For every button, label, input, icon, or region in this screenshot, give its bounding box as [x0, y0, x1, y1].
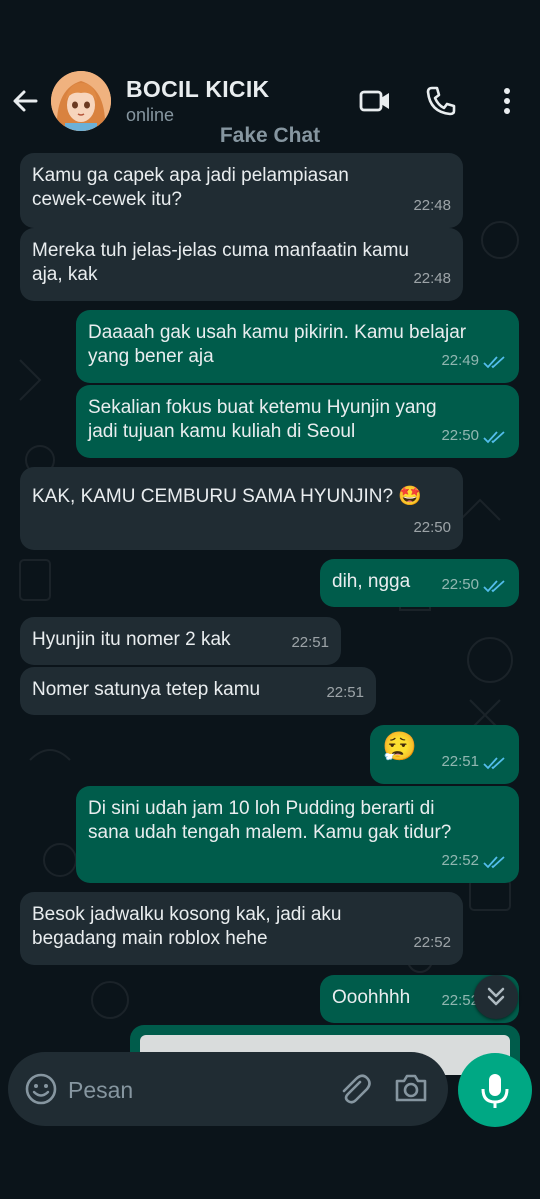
contact-name[interactable]: BOCIL KICIK	[126, 76, 269, 103]
message-text: Ooohhhh	[332, 987, 411, 1008]
message-time: 22:51	[326, 684, 364, 701]
message-time: 22:52	[413, 934, 451, 951]
menu-dots-icon[interactable]	[490, 84, 524, 118]
message-time: 22:51	[441, 753, 479, 770]
message-time: 22:50	[441, 576, 479, 593]
video-call-icon[interactable]	[358, 84, 392, 118]
contact-status: online	[126, 105, 175, 125]
message-text: dih, ngga	[332, 571, 411, 592]
back-arrow-icon[interactable]	[10, 86, 40, 116]
read-ticks-icon	[483, 580, 505, 593]
message-text: Mereka tuh jelas-jelas cuma manfaatin ka…	[32, 240, 410, 285]
outgoing-message[interactable]: 😮‍💨 22:51	[370, 725, 519, 784]
outgoing-message[interactable]: dih, ngga 22:50	[320, 559, 519, 607]
outgoing-message[interactable]: Daaaah gak usah kamu pikirin. Kamu belaj…	[76, 310, 519, 383]
message-text: Besok jadwalku kosong kak, jadi aku bega…	[32, 904, 342, 949]
incoming-message[interactable]: KAK, KAMU CEMBURU SAMA HYUNJIN? 🤩 22:50	[20, 467, 463, 550]
message-time: 22:50	[441, 427, 479, 444]
emoji-icon[interactable]	[24, 1072, 58, 1106]
incoming-message[interactable]: Hyunjin itu nomer 2 kak 22:51	[20, 617, 341, 665]
read-ticks-icon	[483, 431, 505, 444]
message-text: Sekalian fokus buat ketemu Hyunjin yang …	[88, 397, 437, 442]
message-time: 22:48	[413, 270, 451, 287]
message-time: 22:50	[413, 519, 451, 536]
scroll-down-button[interactable]	[474, 975, 518, 1019]
message-text: KAK, KAMU CEMBURU SAMA HYUNJIN? 🤩	[32, 486, 423, 507]
incoming-message[interactable]: Nomer satunya tetep kamu 22:51	[20, 667, 376, 715]
message-time: 22:51	[291, 634, 329, 651]
message-time: 22:52	[441, 852, 479, 869]
outgoing-message[interactable]: Sekalian fokus buat ketemu Hyunjin yang …	[76, 385, 519, 458]
read-ticks-icon	[483, 356, 505, 369]
message-text: Di sini udah jam 10 loh Pudding berarti …	[88, 798, 452, 843]
incoming-message[interactable]: Mereka tuh jelas-jelas cuma manfaatin ka…	[20, 228, 463, 301]
avatar[interactable]	[51, 71, 111, 131]
message-composer	[8, 1052, 448, 1126]
mic-button[interactable]	[458, 1053, 532, 1127]
voice-call-icon[interactable]	[424, 84, 458, 118]
incoming-message[interactable]: Besok jadwalku kosong kak, jadi aku bega…	[20, 892, 463, 965]
message-text: Nomer satunya tetep kamu	[32, 679, 261, 700]
message-text: Hyunjin itu nomer 2 kak	[32, 629, 231, 650]
watermark-label: Fake Chat	[219, 124, 321, 147]
camera-icon[interactable]	[393, 1070, 429, 1106]
message-text: Daaaah gak usah kamu pikirin. Kamu belaj…	[88, 322, 467, 367]
read-ticks-icon	[483, 856, 505, 869]
message-time: 22:49	[441, 352, 479, 369]
outgoing-message[interactable]: Di sini udah jam 10 loh Pudding berarti …	[76, 786, 519, 883]
message-time: 22:48	[413, 197, 451, 214]
message-text: Kamu ga capek apa jadi pelampiasan cewek…	[32, 165, 349, 210]
scroll-down-icon	[487, 987, 505, 1006]
incoming-message[interactable]: Kamu ga capek apa jadi pelampiasan cewek…	[20, 153, 463, 228]
message-input[interactable]	[66, 1070, 320, 1110]
mic-icon	[481, 1074, 509, 1108]
attach-icon[interactable]	[336, 1070, 372, 1106]
read-ticks-icon	[483, 757, 505, 770]
message-text: 😮‍💨	[382, 731, 417, 762]
